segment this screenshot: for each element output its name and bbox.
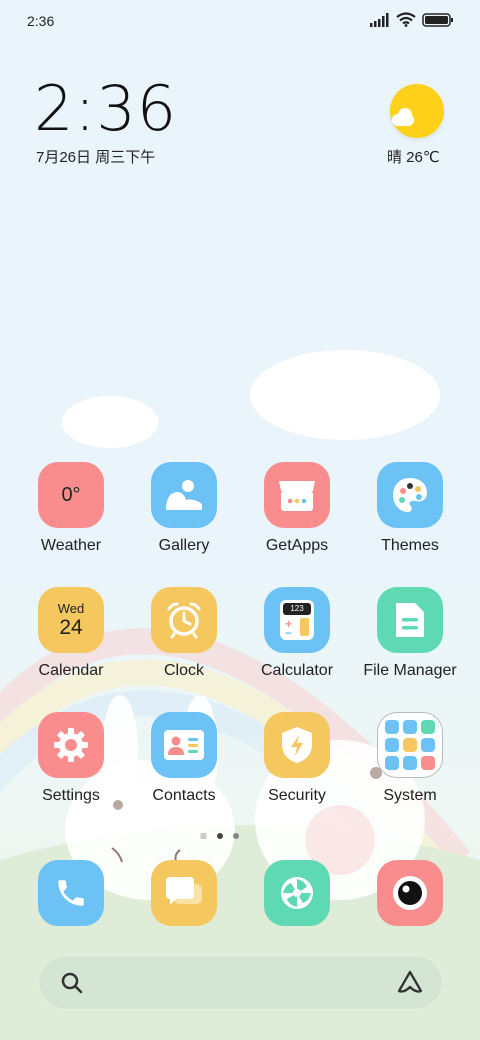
gallery-icon bbox=[151, 462, 217, 528]
app-getapps[interactable]: GetApps bbox=[242, 462, 352, 555]
dock-phone[interactable] bbox=[16, 860, 126, 926]
app-contacts[interactable]: Contacts bbox=[129, 712, 239, 805]
dock-camera[interactable] bbox=[355, 860, 465, 926]
home-pages-icon: ≡ bbox=[200, 829, 208, 843]
app-label: GetApps bbox=[265, 537, 329, 554]
weather-icon: 0° bbox=[38, 462, 104, 528]
store-icon bbox=[264, 462, 330, 528]
dock-messages[interactable] bbox=[129, 860, 239, 926]
calendar-weekday: Wed bbox=[57, 601, 85, 616]
app-system-folder[interactable]: System bbox=[355, 712, 465, 805]
app-label: Themes bbox=[381, 537, 439, 554]
app-label: Gallery bbox=[158, 537, 210, 554]
app-label: Clock bbox=[163, 662, 204, 679]
weather-widget-text: 晴 26℃ bbox=[387, 149, 440, 166]
page-dot bbox=[217, 833, 224, 839]
app-label: Calculator bbox=[260, 662, 334, 679]
chat-icon bbox=[151, 860, 217, 926]
app-label: System bbox=[383, 787, 437, 804]
shield-icon bbox=[264, 712, 330, 778]
contact-card-icon bbox=[151, 712, 217, 778]
app-label: Weather bbox=[40, 537, 102, 554]
status-bar: 2:36 bbox=[0, 0, 480, 42]
assistant-icon[interactable] bbox=[396, 969, 424, 995]
app-gallery[interactable]: Gallery bbox=[129, 462, 239, 555]
app-calendar[interactable]: Wed 24 Calendar bbox=[16, 587, 126, 680]
app-file-manager[interactable]: File Manager bbox=[355, 587, 465, 680]
weather-icon-temp: 0° bbox=[61, 483, 81, 506]
wifi-icon bbox=[396, 12, 416, 27]
palette-icon bbox=[377, 462, 443, 528]
page-dot bbox=[233, 833, 240, 839]
app-label: Contacts bbox=[152, 787, 216, 804]
sun-cloud-icon[interactable] bbox=[390, 84, 444, 138]
dock bbox=[16, 860, 464, 930]
clock-widget-date: 7月26日 周三下午 bbox=[36, 149, 156, 166]
phone-icon bbox=[38, 860, 104, 926]
app-settings[interactable]: Settings bbox=[16, 712, 126, 805]
search-icon[interactable] bbox=[60, 971, 84, 995]
file-icon bbox=[377, 587, 443, 653]
battery-icon bbox=[422, 12, 453, 27]
app-security[interactable]: Security bbox=[242, 712, 352, 805]
calendar-icon: Wed 24 bbox=[38, 587, 104, 653]
app-label: Settings bbox=[42, 787, 100, 804]
page-indicator[interactable]: ≡ bbox=[200, 829, 240, 843]
app-calculator[interactable]: 123 + − Calculator bbox=[242, 587, 352, 680]
app-label: Security bbox=[268, 787, 326, 804]
calculator-display: 123 bbox=[283, 603, 311, 615]
dock-browser[interactable] bbox=[242, 860, 352, 926]
status-time: 2:36 bbox=[27, 13, 55, 29]
app-themes[interactable]: Themes bbox=[355, 462, 465, 555]
alarm-clock-icon bbox=[151, 587, 217, 653]
gear-icon bbox=[38, 712, 104, 778]
app-label: File Manager bbox=[363, 662, 457, 679]
clock-widget-time[interactable]: 2:36 bbox=[34, 74, 177, 144]
search-bar[interactable] bbox=[38, 955, 443, 1010]
app-clock[interactable]: Clock bbox=[129, 587, 239, 680]
app-weather[interactable]: 0° Weather bbox=[16, 462, 126, 555]
folder-icon bbox=[377, 712, 443, 778]
calculator-icon: 123 + − bbox=[264, 587, 330, 653]
aperture-icon bbox=[264, 860, 330, 926]
camera-icon bbox=[377, 860, 443, 926]
app-label: Calendar bbox=[38, 662, 104, 679]
signal-icon bbox=[370, 12, 389, 27]
calendar-date: 24 bbox=[59, 616, 83, 639]
